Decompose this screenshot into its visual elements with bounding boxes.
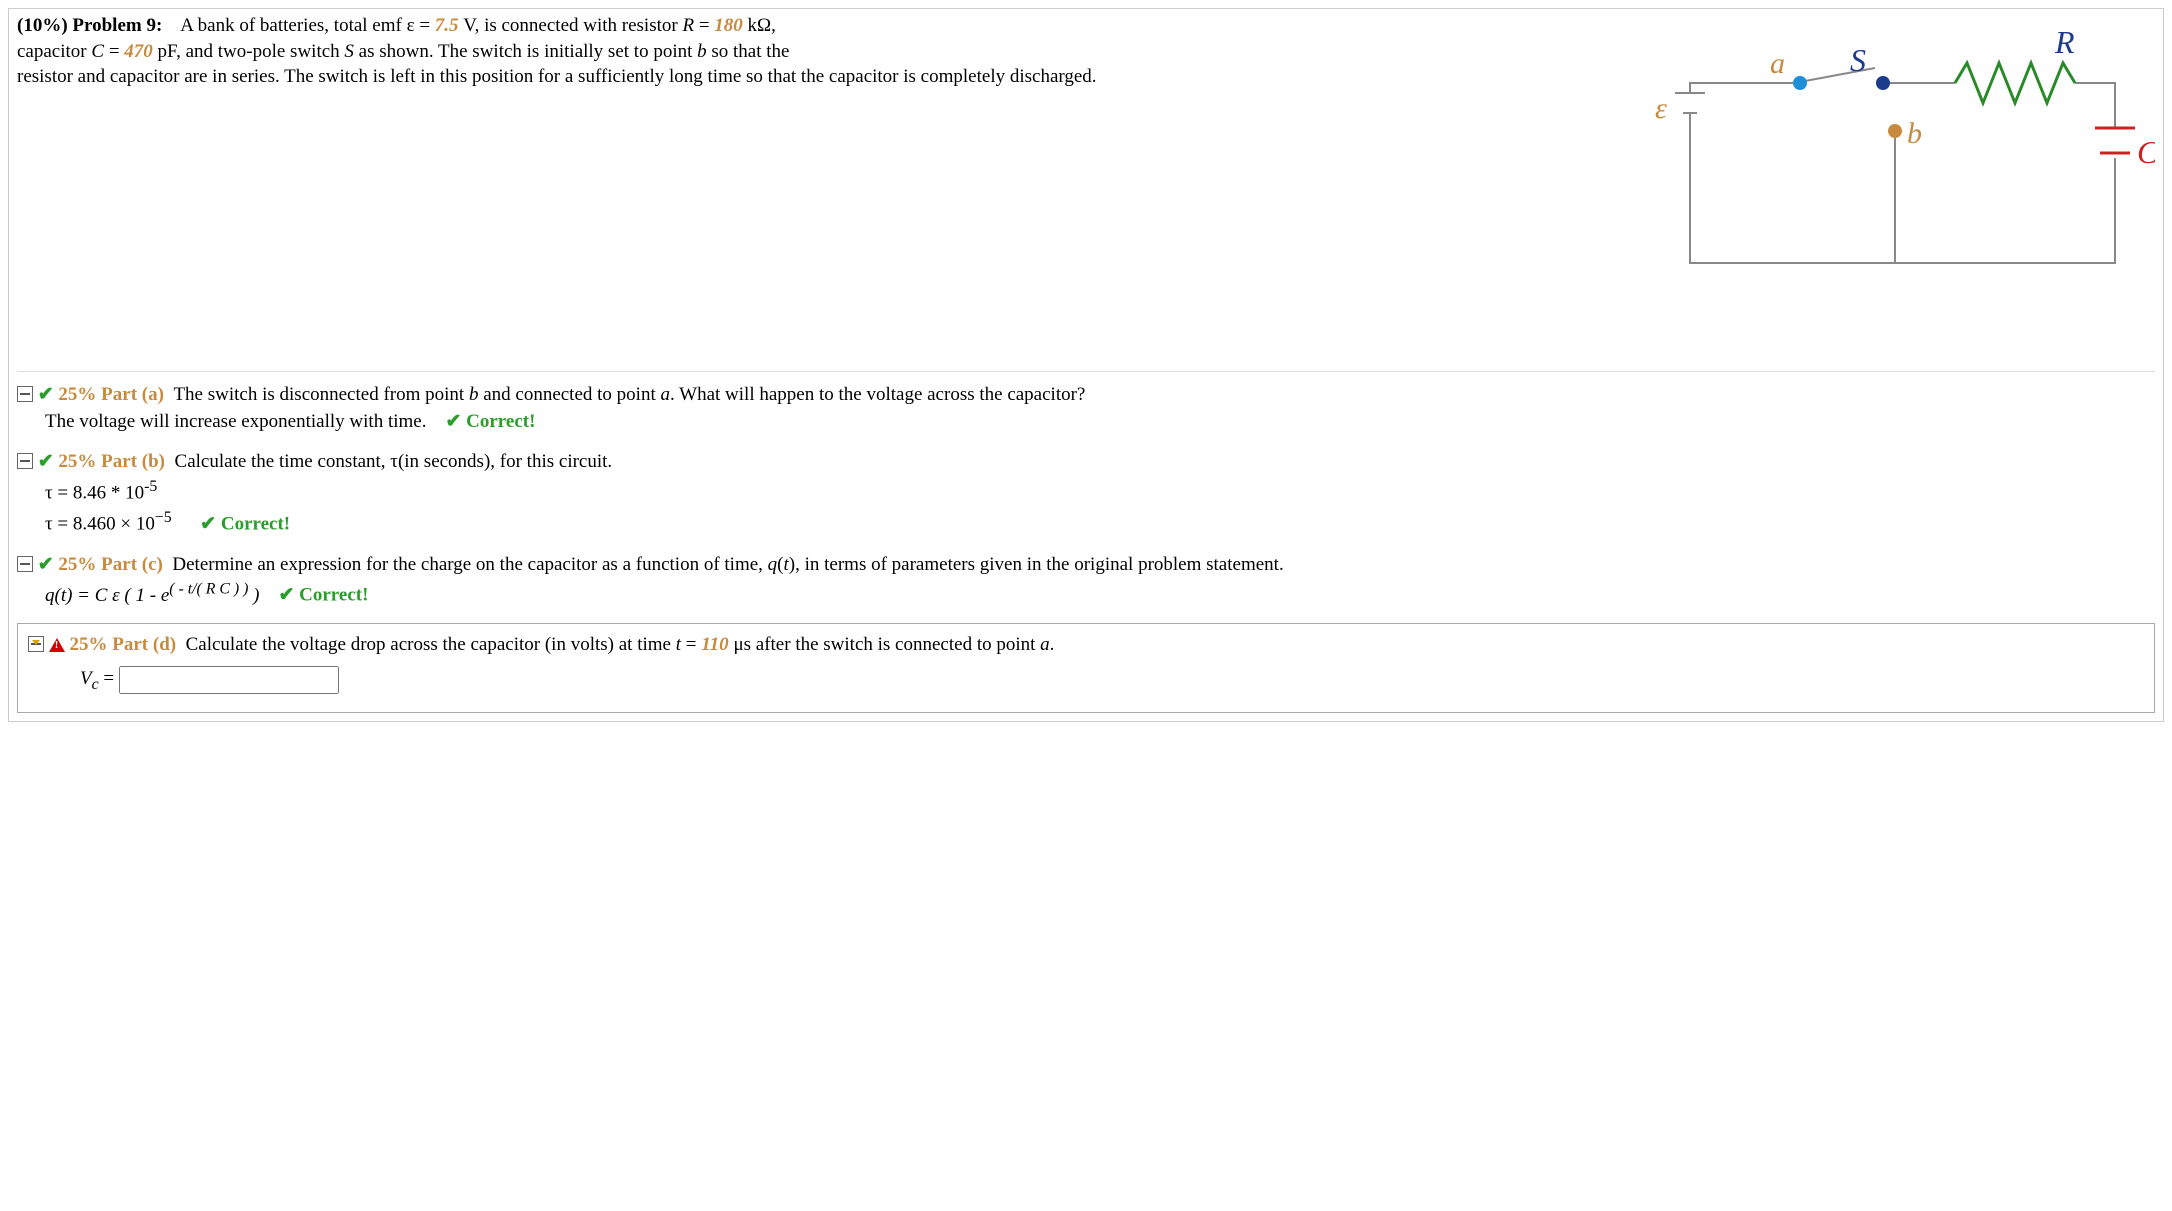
circuit-svg: ε a S b R C — [1645, 13, 2155, 303]
part-a-question: The switch is disconnected from point b … — [173, 384, 1085, 405]
exp: -5 — [144, 478, 157, 495]
part-c: ✔ 25% Part (c) Determine an expression f… — [17, 552, 2155, 610]
eps-label: ε — [1655, 92, 1667, 125]
vc-input[interactable] — [119, 666, 339, 694]
C-value: 470 — [124, 41, 153, 62]
a-label: a — [1770, 47, 1785, 80]
warning-icon — [49, 638, 65, 652]
part-c-label: 25% Part (c) — [58, 554, 162, 575]
problem-header: (10%) Problem 9: A bank of batteries, to… — [17, 13, 2155, 303]
vc-label: Vc — [80, 668, 99, 689]
b-label: b — [1907, 117, 1922, 150]
collapse-icon[interactable] — [17, 453, 33, 469]
vc-eq: = — [99, 668, 119, 689]
part-a: ✔ 25% Part (a) The switch is disconnecte… — [17, 382, 2155, 435]
weight: (10%) — [17, 15, 68, 36]
exp: −5 — [155, 509, 172, 526]
collapse-icon[interactable] — [17, 386, 33, 402]
part-b-question: Calculate the time constant, τ(in second… — [175, 451, 613, 472]
part-b-status: ✔ Correct! — [200, 513, 290, 534]
C-label: C — [2137, 134, 2155, 170]
txt: capacitor — [17, 41, 91, 62]
b-symbol: b — [697, 41, 707, 62]
txt: pF, and two-pole switch — [153, 41, 345, 62]
S-label: S — [1850, 42, 1866, 78]
part-c-answer: q(t) = C ε ( 1 - e( - t/( R C ) ) ) — [45, 585, 259, 606]
check-icon: ✔ — [38, 554, 54, 575]
txt: resistor and capacitor are in series. Th… — [17, 66, 1097, 87]
part-c-status: ✔ Correct! — [278, 585, 368, 606]
parts: ✔ 25% Part (a) The switch is disconnecte… — [17, 371, 2155, 713]
part-c-question: Determine an expression for the charge o… — [172, 554, 1283, 575]
collapse-icon[interactable] — [17, 556, 33, 572]
txt: kΩ, — [743, 15, 776, 36]
emf-value: 7.5 — [435, 15, 459, 36]
R-label: R — [2054, 24, 2075, 60]
problem-statement: (10%) Problem 9: A bank of batteries, to… — [17, 13, 1645, 90]
C-symbol: C — [91, 41, 104, 62]
txt: V, is connected with resistor — [459, 15, 683, 36]
point-a-dot — [1793, 76, 1807, 90]
txt: so that the — [707, 41, 790, 62]
part-b-label: 25% Part (b) — [58, 451, 165, 472]
circuit-diagram: ε a S b R C — [1645, 13, 2155, 303]
resistor-icon — [1955, 63, 2075, 103]
problem-title: Problem 9: — [72, 15, 162, 36]
check-icon: ✔ — [38, 451, 54, 472]
R-symbol: R — [682, 15, 694, 36]
part-a-answer: The voltage will increase exponentially … — [45, 411, 426, 432]
part-a-label: 25% Part (a) — [58, 384, 164, 405]
S-symbol: S — [344, 41, 354, 62]
part-a-status: ✔ Correct! — [445, 411, 535, 432]
part-b: ✔ 25% Part (b) Calculate the time consta… — [17, 449, 2155, 537]
part-d-question: Calculate the voltage drop across the ca… — [186, 634, 1055, 655]
check-icon: ✔ — [38, 384, 54, 405]
expand-icon[interactable] — [28, 636, 44, 652]
problem-container: (10%) Problem 9: A bank of batteries, to… — [8, 8, 2164, 722]
switch-pivot — [1876, 76, 1890, 90]
part-d-label: 25% Part (d) — [70, 634, 177, 655]
txt: as shown. The switch is initially set to… — [354, 41, 697, 62]
part-b-ans2: τ = 8.460 × 10 — [45, 513, 155, 534]
part-b-ans1: τ = 8.46 * 10 — [45, 482, 144, 503]
txt: = — [104, 41, 124, 62]
point-b-dot — [1888, 124, 1902, 138]
txt: = — [694, 15, 714, 36]
part-d: 25% Part (d) Calculate the voltage drop … — [17, 623, 2155, 713]
R-value: 180 — [714, 15, 743, 36]
txt: A bank of batteries, total emf ε = — [180, 15, 435, 36]
